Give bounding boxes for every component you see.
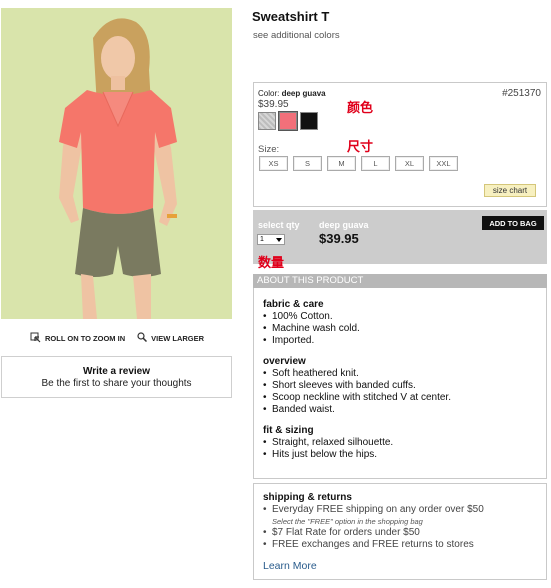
list-item: 100% Cotton.: [263, 311, 546, 323]
see-additional-colors-link[interactable]: see additional colors: [253, 30, 340, 41]
swatch-deep-guava[interactable]: [278, 111, 298, 131]
dropdown-arrow-icon: [276, 238, 282, 242]
annotation-quantity: 数量: [258, 255, 285, 270]
fit-sizing-section: fit & sizing Straight, relaxed silhouett…: [263, 425, 546, 461]
qty-select[interactable]: 1: [257, 234, 285, 245]
zoom-in-label: ROLL ON TO ZOOM IN: [45, 333, 126, 343]
qty-label: select qty: [258, 220, 300, 230]
zoom-in-control[interactable]: ROLL ON TO ZOOM IN: [30, 332, 125, 345]
list-item: Banded waist.: [263, 404, 546, 416]
section-title: fabric & care: [263, 299, 324, 310]
size-chart-button[interactable]: size chart: [484, 184, 536, 197]
size-l-button[interactable]: L: [361, 156, 390, 171]
option-price: $39.95: [258, 99, 289, 110]
product-title: Sweatshirt T: [252, 9, 330, 24]
list-item: Machine wash cold.: [263, 323, 546, 335]
shipping-title: shipping & returns: [263, 492, 352, 503]
color-value: deep guava: [281, 89, 326, 98]
shipping-note: Select the "FREE" option in the shopping…: [272, 517, 423, 526]
section-title: fit & sizing: [263, 425, 314, 436]
learn-more-link[interactable]: Learn More: [263, 560, 317, 572]
about-header: ABOUT THIS PRODUCT: [253, 274, 547, 288]
annotation-color: 颜色: [347, 100, 374, 115]
overview-section: overview Soft heathered knit. Short slee…: [263, 356, 546, 416]
size-xl-button[interactable]: XL: [395, 156, 424, 171]
review-title: Write a review: [82, 366, 151, 377]
size-m-button[interactable]: M: [327, 156, 356, 171]
purchase-bar: select qty 1 deep guava $39.95 ADD TO BA…: [253, 210, 547, 264]
qty-value: 1: [260, 236, 264, 243]
swatch-black[interactable]: [300, 112, 318, 130]
add-to-bag-button[interactable]: ADD TO BAG: [482, 216, 544, 230]
style-number: #251370: [502, 88, 541, 99]
size-xs-button[interactable]: XS: [259, 156, 288, 171]
shipping-line: FREE exchanges and FREE returns to store…: [263, 539, 546, 551]
fabric-care-section: fabric & care 100% Cotton. Machine wash …: [263, 299, 546, 347]
size-s-button[interactable]: S: [293, 156, 322, 171]
swatch-grey[interactable]: [258, 112, 276, 130]
size-buttons: XS S M L XL XXL: [259, 156, 458, 171]
view-larger-link[interactable]: VIEW LARGER: [137, 332, 204, 344]
list-item: Soft heathered knit.: [263, 368, 546, 380]
size-xxl-button[interactable]: XXL: [429, 156, 458, 171]
zoom-cursor-icon: [30, 332, 41, 345]
list-item: Hits just below the hips.: [263, 449, 546, 461]
list-item: Imported.: [263, 335, 546, 347]
options-panel: Color: deep guava $39.95 #251370 Size: X…: [253, 82, 547, 207]
review-subtitle: Be the first to share your thoughts: [41, 378, 192, 389]
color-label: Color:: [258, 89, 280, 98]
selected-color: deep guava: [319, 220, 369, 230]
shipping-panel: shipping & returns Everyday FREE shippin…: [253, 483, 547, 580]
magnifier-icon: [137, 332, 148, 344]
section-title: overview: [263, 356, 306, 367]
about-panel: fabric & care 100% Cotton. Machine wash …: [253, 288, 547, 479]
view-larger-label: VIEW LARGER: [151, 333, 205, 343]
zoom-controls: ROLL ON TO ZOOM IN VIEW LARGER: [30, 331, 204, 345]
selected-price: $39.95: [319, 231, 359, 246]
shipping-line: $7 Flat Rate for orders under $50: [263, 527, 546, 539]
shipping-line: Everyday FREE shipping on any order over…: [263, 504, 546, 516]
color-line: Color: deep guava: [258, 89, 326, 98]
list-item: Scoop neckline with stitched V at center…: [263, 392, 546, 404]
product-photo[interactable]: [1, 8, 232, 319]
color-swatches: [258, 111, 318, 131]
list-item: Straight, relaxed silhouette.: [263, 437, 546, 449]
size-label: Size:: [258, 144, 280, 155]
write-review-box[interactable]: Write a review Be the first to share you…: [1, 356, 232, 398]
list-item: Short sleeves with banded cuffs.: [263, 380, 546, 392]
annotation-size: 尺寸: [347, 139, 374, 154]
